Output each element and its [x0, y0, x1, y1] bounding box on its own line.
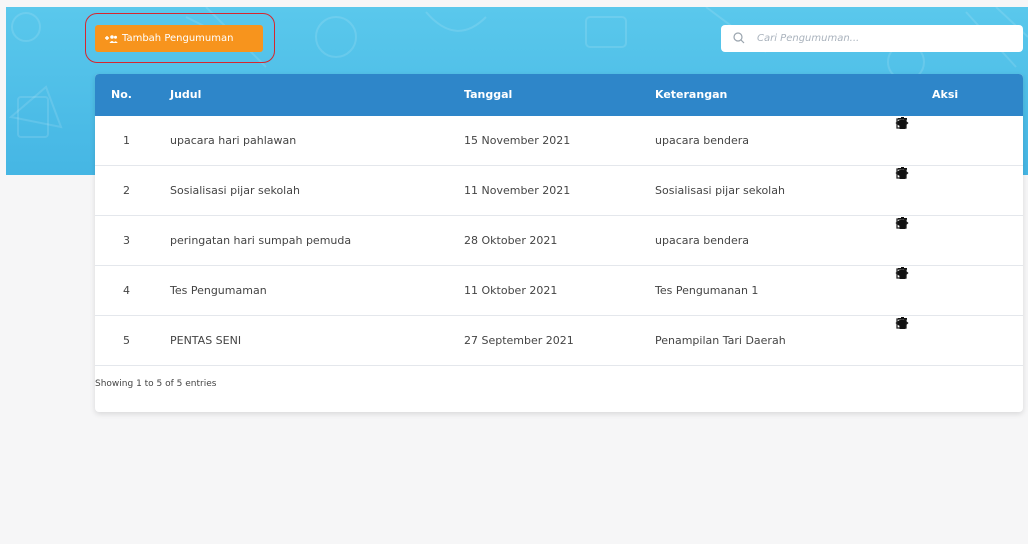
cell-keterangan: Tes Pengumanan 1: [655, 284, 759, 297]
announcement-table: No. Judul Tanggal Keterangan Aksi 1 upac…: [95, 74, 1023, 412]
cell-judul: PENTAS SENI: [170, 334, 242, 347]
cell-tanggal: 28 Oktober 2021: [464, 234, 558, 247]
table-row: 5 PENTAS SENI 27 September 2021 Penampil…: [95, 316, 1023, 366]
cell-judul: peringatan hari sumpah pemuda: [170, 234, 352, 247]
table-header: No. Judul Tanggal Keterangan Aksi: [95, 74, 1023, 116]
column-header-tanggal: Tanggal: [464, 88, 513, 101]
column-header-no: No.: [111, 88, 132, 101]
table-row: 2 Sosialisasi pijar sekolah 11 November …: [95, 166, 1023, 216]
cell-keterangan: upacara bendera: [655, 234, 749, 247]
cell-tanggal: 27 September 2021: [464, 334, 574, 347]
cell-no: 5: [123, 334, 130, 347]
column-header-aksi: Aksi: [932, 88, 959, 101]
cell-no: 4: [123, 284, 130, 297]
cell-no: 1: [123, 134, 130, 147]
column-header-keterangan: Keterangan: [655, 88, 728, 101]
table-row: 3 peringatan hari sumpah pemuda 28 Oktob…: [95, 216, 1023, 266]
cell-keterangan: Penampilan Tari Daerah: [655, 334, 786, 347]
cell-judul: upacara hari pahlawan: [170, 134, 297, 147]
table-row: 4 Tes Pengumaman 11 Oktober 2021 Tes Pen…: [95, 266, 1023, 316]
cell-judul: Sosialisasi pijar sekolah: [170, 184, 300, 197]
add-users-icon: [104, 34, 118, 44]
trash-icon[interactable]: [895, 166, 909, 180]
trash-icon[interactable]: [895, 316, 909, 330]
trash-icon[interactable]: [895, 116, 909, 130]
cell-tanggal: 11 Oktober 2021: [464, 284, 558, 297]
search-input[interactable]: [755, 27, 1023, 50]
add-announcement-label: Tambah Pengumuman: [122, 33, 234, 44]
cell-no: 3: [123, 234, 130, 247]
cell-tanggal: 11 November 2021: [464, 184, 571, 197]
table-info: Showing 1 to 5 of 5 entries: [95, 379, 217, 389]
cell-keterangan: Sosialisasi pijar sekolah: [655, 184, 785, 197]
search-icon: [733, 29, 745, 48]
add-announcement-button[interactable]: Tambah Pengumuman: [95, 25, 263, 52]
trash-icon[interactable]: [895, 216, 909, 230]
search-box: [721, 25, 1023, 52]
column-header-judul: Judul: [170, 88, 202, 101]
cell-keterangan: upacara bendera: [655, 134, 749, 147]
cell-judul: Tes Pengumaman: [170, 284, 267, 297]
trash-icon[interactable]: [895, 266, 909, 280]
cell-no: 2: [123, 184, 130, 197]
cell-tanggal: 15 November 2021: [464, 134, 571, 147]
table-row: 1 upacara hari pahlawan 15 November 2021…: [95, 116, 1023, 166]
